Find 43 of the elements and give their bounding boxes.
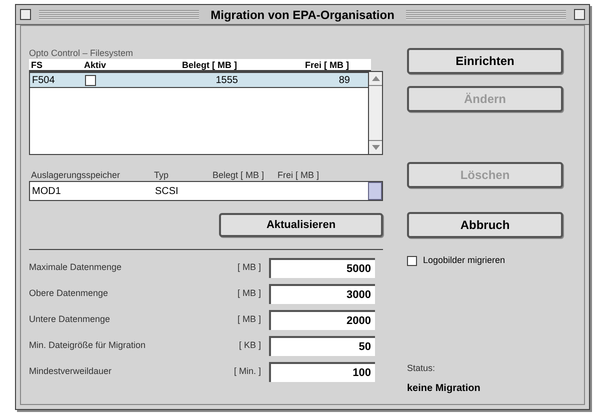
setting-label: Mindestverweildauer	[29, 365, 113, 378]
unit-label: [ Min. ]	[232, 365, 262, 378]
column-header: FS	[30, 59, 44, 70]
list-row[interactable]: F504 1555 89	[30, 72, 368, 88]
setting-label: Untere Datenmenge	[29, 313, 112, 326]
storage-row[interactable]: MOD1 SCSI	[29, 181, 383, 201]
column-header: Frei [ MB ]	[276, 169, 319, 181]
number-field[interactable]: 2000	[269, 310, 375, 330]
unit-label: [ MB ]	[236, 261, 262, 274]
action-button[interactable]: Abbruch	[407, 212, 563, 238]
group-label: Opto Control – Filesystem	[29, 48, 134, 59]
number-field[interactable]: 50	[269, 336, 375, 356]
table-cell-text: SCSI	[155, 184, 180, 198]
status-label: Status:	[407, 362, 436, 374]
number-field[interactable]: 5000	[269, 258, 375, 278]
window-title: Migration von EPA-Organisation	[210, 6, 396, 24]
close-box-icon[interactable]	[20, 9, 31, 20]
column-header: Auslagerungsspeicher	[30, 169, 122, 181]
column-header: Frei [ MB ]	[304, 59, 349, 70]
table-cell-text: 1555	[214, 74, 239, 88]
number-field[interactable]: 3000	[269, 284, 375, 304]
table-cell-text: 89	[338, 74, 350, 88]
column-header: Aktiv	[84, 59, 108, 70]
scrollbar[interactable]	[368, 72, 382, 154]
setting-label: Maximale Datenmenge	[29, 261, 123, 274]
checkbox[interactable]	[407, 256, 417, 266]
setting-label: Min. Dateigröße für Migration	[29, 339, 147, 352]
refresh-button[interactable]: Aktualisieren	[219, 213, 383, 237]
setting-label: Obere Datenmenge	[29, 287, 110, 300]
action-button[interactable]: Einrichten	[407, 48, 563, 74]
unit-label: [ MB ]	[236, 287, 262, 300]
zoom-box-icon[interactable]	[574, 9, 586, 20]
checkbox-label: Logobilder migrieren	[423, 254, 506, 267]
unit-label: [ KB ]	[238, 339, 262, 352]
table-cell-text: F504	[31, 74, 56, 88]
column-header: Typ	[154, 169, 170, 181]
unit-label: [ MB ]	[236, 313, 262, 326]
status-value: keine Migration	[407, 382, 482, 396]
column-header: Belegt [ MB ]	[211, 169, 264, 181]
checkbox[interactable]	[85, 74, 96, 86]
column-header: Belegt [ MB ]	[181, 59, 238, 70]
number-field[interactable]: 100	[269, 362, 375, 382]
table-cell-text: MOD1	[31, 184, 62, 198]
